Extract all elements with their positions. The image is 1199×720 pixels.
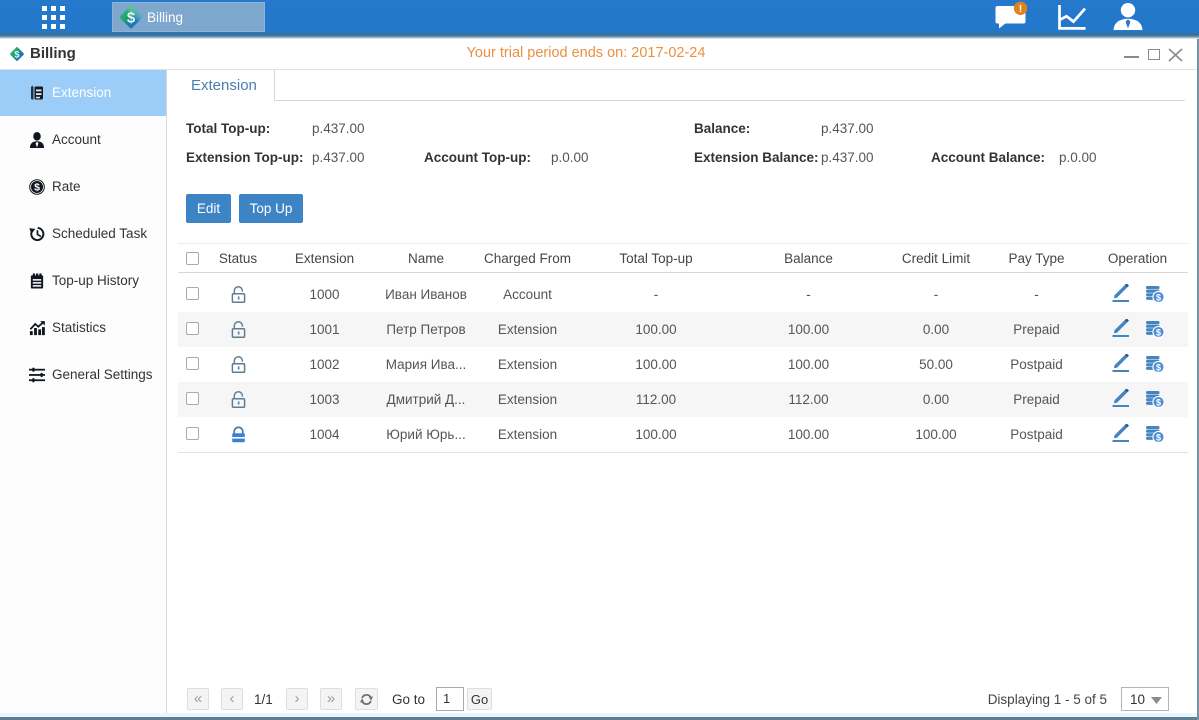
svg-text:$: $ [127,10,136,27]
svg-text:!: ! [1019,3,1023,15]
svg-text:$: $ [34,181,40,193]
